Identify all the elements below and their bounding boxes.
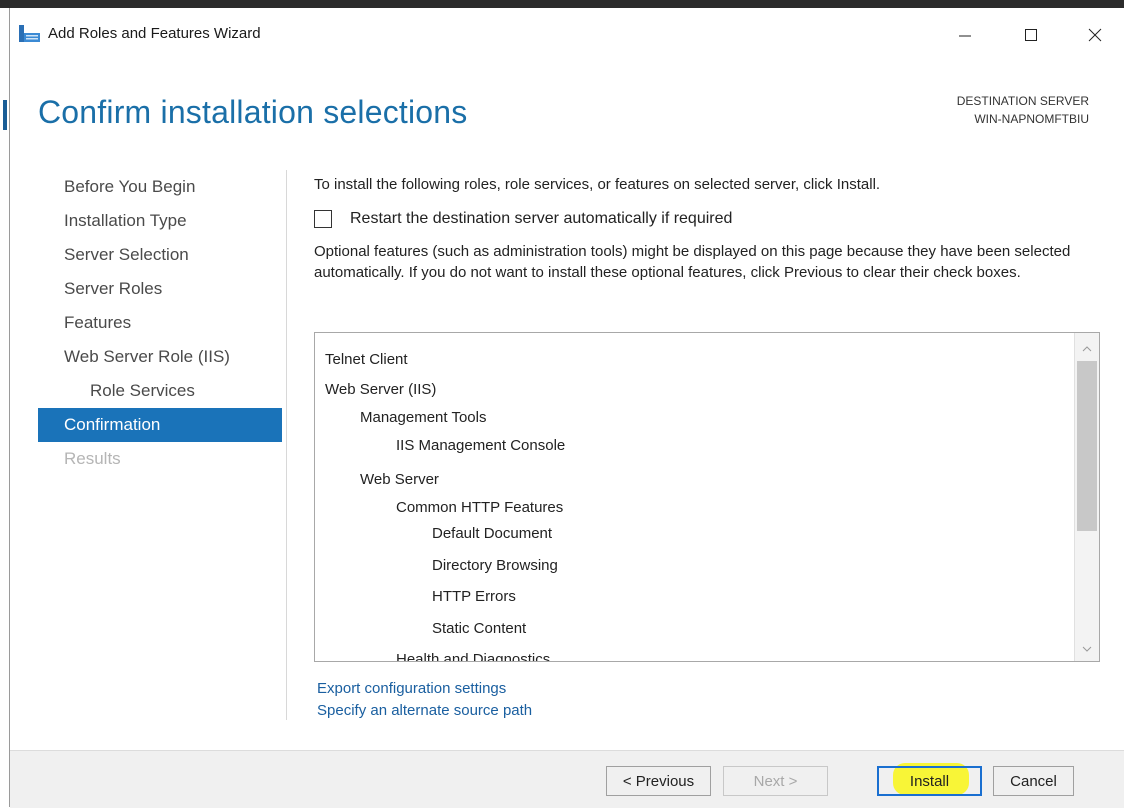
nav-item-results: Results — [64, 449, 121, 468]
nav-item-server-selection[interactable]: Server Selection — [38, 238, 282, 272]
cancel-button[interactable]: Cancel — [993, 766, 1074, 796]
scroll-up-button[interactable] — [1075, 339, 1099, 359]
alternate-source-link[interactable]: Specify an alternate source path — [317, 700, 532, 722]
minimize-icon — [959, 35, 971, 37]
destination-label: DESTINATION SERVER — [956, 94, 1089, 108]
list-item: Web Server (IIS) — [325, 381, 437, 398]
nav-item-role-services[interactable]: Role Services — [38, 374, 282, 408]
list-item: Directory Browsing — [432, 557, 558, 574]
list-item: Static Content — [432, 620, 527, 637]
nav-divider — [286, 170, 287, 720]
list-scrollbar[interactable] — [1074, 333, 1099, 661]
content-pane: To install the following roles, role ser… — [314, 170, 1100, 283]
install-button-label: Install — [909, 772, 950, 790]
scroll-thumb[interactable] — [1077, 361, 1097, 531]
wizard-nav: Before You Begin Installation Type Serve… — [38, 170, 282, 476]
list-item: Health and Diagnostics — [396, 651, 551, 661]
minimize-button[interactable] — [942, 18, 988, 52]
intro-text: To install the following roles, role ser… — [314, 176, 881, 193]
scroll-down-button[interactable] — [1075, 639, 1099, 659]
page-title: Confirm installation selections — [38, 94, 468, 130]
nav-item-server-roles[interactable]: Server Roles — [38, 272, 282, 306]
title-bar: Add Roles and Features Wizard — [10, 8, 1124, 58]
window-title: Add Roles and Features Wizard — [48, 25, 261, 42]
close-button[interactable] — [1072, 18, 1118, 52]
list-item: HTTP Errors — [432, 588, 516, 605]
background-window-edge — [0, 8, 10, 807]
install-button[interactable]: Install — [877, 766, 982, 796]
nav-item-web-server-role[interactable]: Web Server Role (IIS) — [38, 340, 282, 374]
selections-list-content: Telnet Client Web Server (IIS) Managemen… — [315, 333, 1075, 661]
export-configuration-link[interactable]: Export configuration settings — [317, 678, 532, 700]
destination-server-info: DESTINATION SERVER WIN-NAPNOMFTBIU — [957, 92, 1089, 128]
optional-features-text: Optional features (such as administratio… — [314, 243, 1071, 281]
list-item: Web Server — [360, 471, 439, 488]
nav-item-installation-type[interactable]: Installation Type — [38, 204, 282, 238]
wizard-window: Add Roles and Features Wizard Confirm in… — [10, 8, 1124, 808]
list-item: Management Tools — [360, 409, 487, 426]
list-item: IIS Management Console — [396, 437, 566, 454]
next-button: Next > — [723, 766, 828, 796]
links-area: Export configuration settings Specify an… — [317, 678, 532, 722]
previous-button[interactable]: < Previous — [606, 766, 711, 796]
server-manager-icon — [19, 25, 41, 43]
background-strip — [0, 0, 1124, 8]
destination-server-name: WIN-NAPNOMFTBIU — [974, 112, 1089, 126]
maximize-button[interactable] — [1008, 18, 1054, 52]
nav-item-confirmation[interactable]: Confirmation — [38, 408, 282, 442]
nav-item-features[interactable]: Features — [38, 306, 282, 340]
close-icon — [1088, 28, 1102, 42]
background-accent — [3, 100, 7, 130]
list-item: Telnet Client — [325, 351, 408, 368]
restart-option[interactable]: Restart the destination server automatic… — [314, 210, 1100, 228]
list-item: Default Document — [432, 525, 553, 542]
restart-checkbox[interactable] — [314, 210, 332, 228]
chevron-up-icon — [1082, 346, 1092, 352]
list-item: Common HTTP Features — [396, 499, 564, 516]
selections-list[interactable]: Telnet Client Web Server (IIS) Managemen… — [314, 332, 1100, 662]
nav-item-before-you-begin[interactable]: Before You Begin — [38, 170, 282, 204]
button-bar: < Previous Next > Install Cancel — [10, 750, 1124, 808]
maximize-icon — [1025, 29, 1037, 41]
chevron-down-icon — [1082, 646, 1092, 652]
restart-checkbox-label[interactable]: Restart the destination server automatic… — [350, 210, 732, 228]
